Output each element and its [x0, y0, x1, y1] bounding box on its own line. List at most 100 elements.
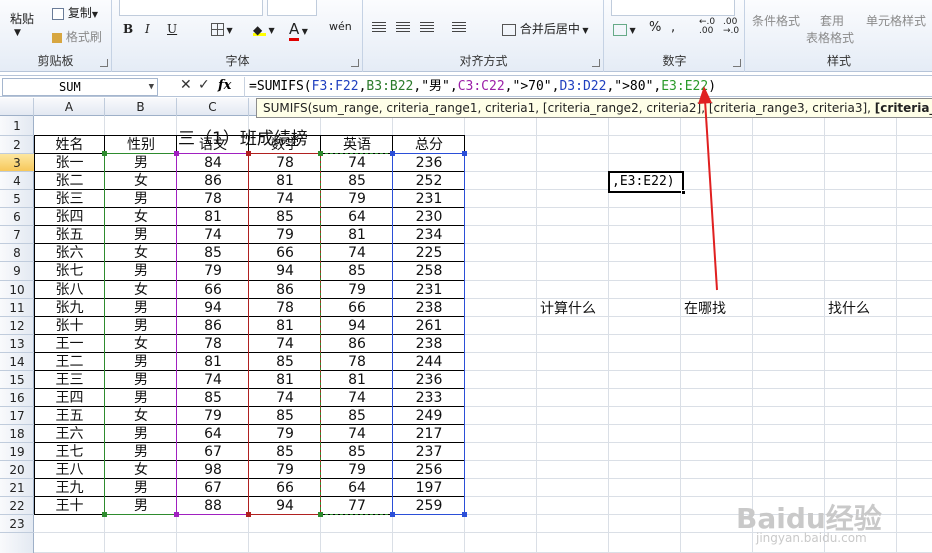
row-header-18[interactable]: 18 — [0, 425, 34, 443]
table-cell[interactable]: 张一 — [34, 154, 105, 172]
table-cell[interactable]: 张五 — [34, 226, 105, 244]
paste-dropdown-icon[interactable]: ▼ — [14, 28, 21, 38]
row-header-5[interactable]: 5 — [0, 190, 34, 208]
row-header-16[interactable]: 16 — [0, 389, 34, 407]
bold-button[interactable]: B — [123, 22, 133, 36]
row-header-6[interactable]: 6 — [0, 208, 34, 226]
row-header-1[interactable]: 1 — [0, 116, 34, 136]
align-left-button[interactable] — [372, 20, 386, 34]
cell-styles-button[interactable]: 单元格样式 — [866, 12, 926, 29]
cancel-icon[interactable]: ✕ — [180, 77, 192, 93]
font-launcher-icon[interactable] — [351, 59, 359, 67]
percent-button[interactable]: % — [649, 20, 661, 35]
row-header-21[interactable]: 21 — [0, 479, 34, 497]
row-header-17[interactable]: 17 — [0, 407, 34, 425]
chevron-down-icon[interactable]: ▼ — [149, 79, 154, 95]
merge-center-button[interactable]: 合并后居中 ▼ — [502, 20, 589, 37]
enter-check-icon[interactable]: ✓ — [198, 77, 210, 93]
column-header-b[interactable]: B — [105, 98, 177, 116]
conditional-format-button[interactable]: 条件格式 — [752, 12, 800, 29]
table-cell[interactable]: 王三 — [34, 371, 105, 389]
formula-input[interactable]: =SUMIFS(F3:F22,B3:B22,"男",C3:C22,">70",D… — [244, 77, 932, 97]
table-cell[interactable]: 王七 — [34, 443, 105, 461]
row-header-12[interactable]: 12 — [0, 317, 34, 335]
phonetic-button[interactable]: wén — [329, 20, 352, 33]
table-cell[interactable]: 张六 — [34, 244, 105, 262]
number-launcher-icon[interactable] — [733, 59, 741, 67]
table-cell[interactable]: 张三 — [34, 190, 105, 208]
table-cell[interactable]: 王二 — [34, 353, 105, 371]
table-format-button[interactable]: 套用 — [820, 12, 844, 29]
currency-button[interactable]: ▼ — [613, 22, 636, 36]
table-cell[interactable]: 张七 — [34, 262, 105, 281]
border-button[interactable]: ▼ — [211, 22, 233, 36]
range-handle[interactable] — [174, 151, 179, 156]
range-handle[interactable] — [318, 512, 323, 517]
active-cell[interactable]: ,E3:E22) — [608, 171, 686, 195]
insert-function-icon[interactable]: fx — [218, 78, 231, 93]
range-handle[interactable] — [246, 151, 251, 156]
row-header-14[interactable]: 14 — [0, 353, 34, 371]
range-handle[interactable] — [102, 151, 107, 156]
comma-button[interactable]: , — [671, 20, 675, 35]
table-cell[interactable]: 张十 — [34, 317, 105, 335]
range-handle[interactable] — [390, 151, 395, 156]
table-cell[interactable]: 王八 — [34, 461, 105, 479]
row-header-13[interactable]: 13 — [0, 335, 34, 353]
cell-grid[interactable]: 姓名 性别 语文 数学 英语 总分 张一男 84 78 74 236 张二女 86 81 85 252 张三男 7… — [34, 116, 932, 553]
fill-color-button[interactable]: ◆ ▼ — [253, 22, 275, 37]
row-header-15[interactable]: 15 — [0, 371, 34, 389]
range-handle[interactable] — [462, 512, 467, 517]
table-cell[interactable]: 张八 — [34, 281, 105, 299]
copy-button[interactable]: 复制▼ — [52, 4, 98, 21]
align-center-button[interactable] — [396, 20, 410, 34]
range-handle[interactable] — [462, 151, 467, 156]
row-header-9[interactable]: 9 — [0, 262, 34, 281]
row-header-7[interactable]: 7 — [0, 226, 34, 244]
alignment-launcher-icon[interactable] — [592, 59, 600, 67]
header-cell[interactable]: 性别 — [105, 136, 177, 154]
table-cell[interactable]: 张四 — [34, 208, 105, 226]
table-cell[interactable]: 王九 — [34, 479, 105, 497]
table-cell[interactable]: 张二 — [34, 172, 105, 190]
row-header-11[interactable]: 11 — [0, 299, 34, 317]
fill-handle[interactable] — [681, 190, 686, 195]
select-all-corner[interactable] — [0, 98, 34, 116]
increase-decimal-button[interactable]: ←.0.00 — [699, 18, 715, 36]
range-handle[interactable] — [102, 512, 107, 517]
align-right-button[interactable] — [420, 20, 434, 34]
table-cell[interactable]: 王四 — [34, 389, 105, 407]
row-header-2[interactable]: 2 — [0, 136, 34, 154]
header-cell[interactable]: 姓名 — [34, 136, 105, 154]
row-header-20[interactable]: 20 — [0, 461, 34, 479]
table-cell[interactable]: 张九 — [34, 299, 105, 317]
paste-button[interactable]: 粘贴 — [10, 10, 34, 27]
range-handle[interactable] — [174, 512, 179, 517]
font-name-dropdown[interactable] — [119, 0, 263, 16]
range-handle[interactable] — [318, 151, 323, 156]
table-cell[interactable]: 王五 — [34, 407, 105, 425]
row-header-4[interactable]: 4 — [0, 172, 34, 190]
row-header-10[interactable]: 10 — [0, 281, 34, 299]
format-painter-button[interactable]: 格式刷 — [52, 28, 102, 45]
underline-button[interactable]: U — [167, 22, 177, 36]
number-format-dropdown[interactable] — [611, 0, 735, 16]
row-header-8[interactable]: 8 — [0, 244, 34, 262]
font-size-dropdown[interactable] — [267, 0, 317, 16]
decrease-decimal-button[interactable]: .00 →.0 — [723, 18, 739, 36]
header-cell[interactable]: 总分 — [393, 136, 465, 154]
row-header-22[interactable]: 22 — [0, 497, 34, 515]
row-header-3[interactable]: 3 — [0, 154, 34, 172]
decrease-indent-button[interactable] — [452, 20, 466, 34]
name-box[interactable]: SUM ▼ — [2, 78, 158, 96]
header-cell[interactable]: 英语 — [321, 136, 393, 154]
row-header-19[interactable]: 19 — [0, 443, 34, 461]
clipboard-launcher-icon[interactable] — [100, 59, 108, 67]
row-header-23[interactable]: 23 — [0, 515, 34, 533]
italic-button[interactable]: I — [145, 22, 150, 36]
table-cell[interactable]: 王一 — [34, 335, 105, 353]
table-cell[interactable]: 王六 — [34, 425, 105, 443]
font-color-button[interactable]: A ▼ — [289, 20, 308, 41]
range-handle[interactable] — [246, 512, 251, 517]
range-handle[interactable] — [390, 512, 395, 517]
